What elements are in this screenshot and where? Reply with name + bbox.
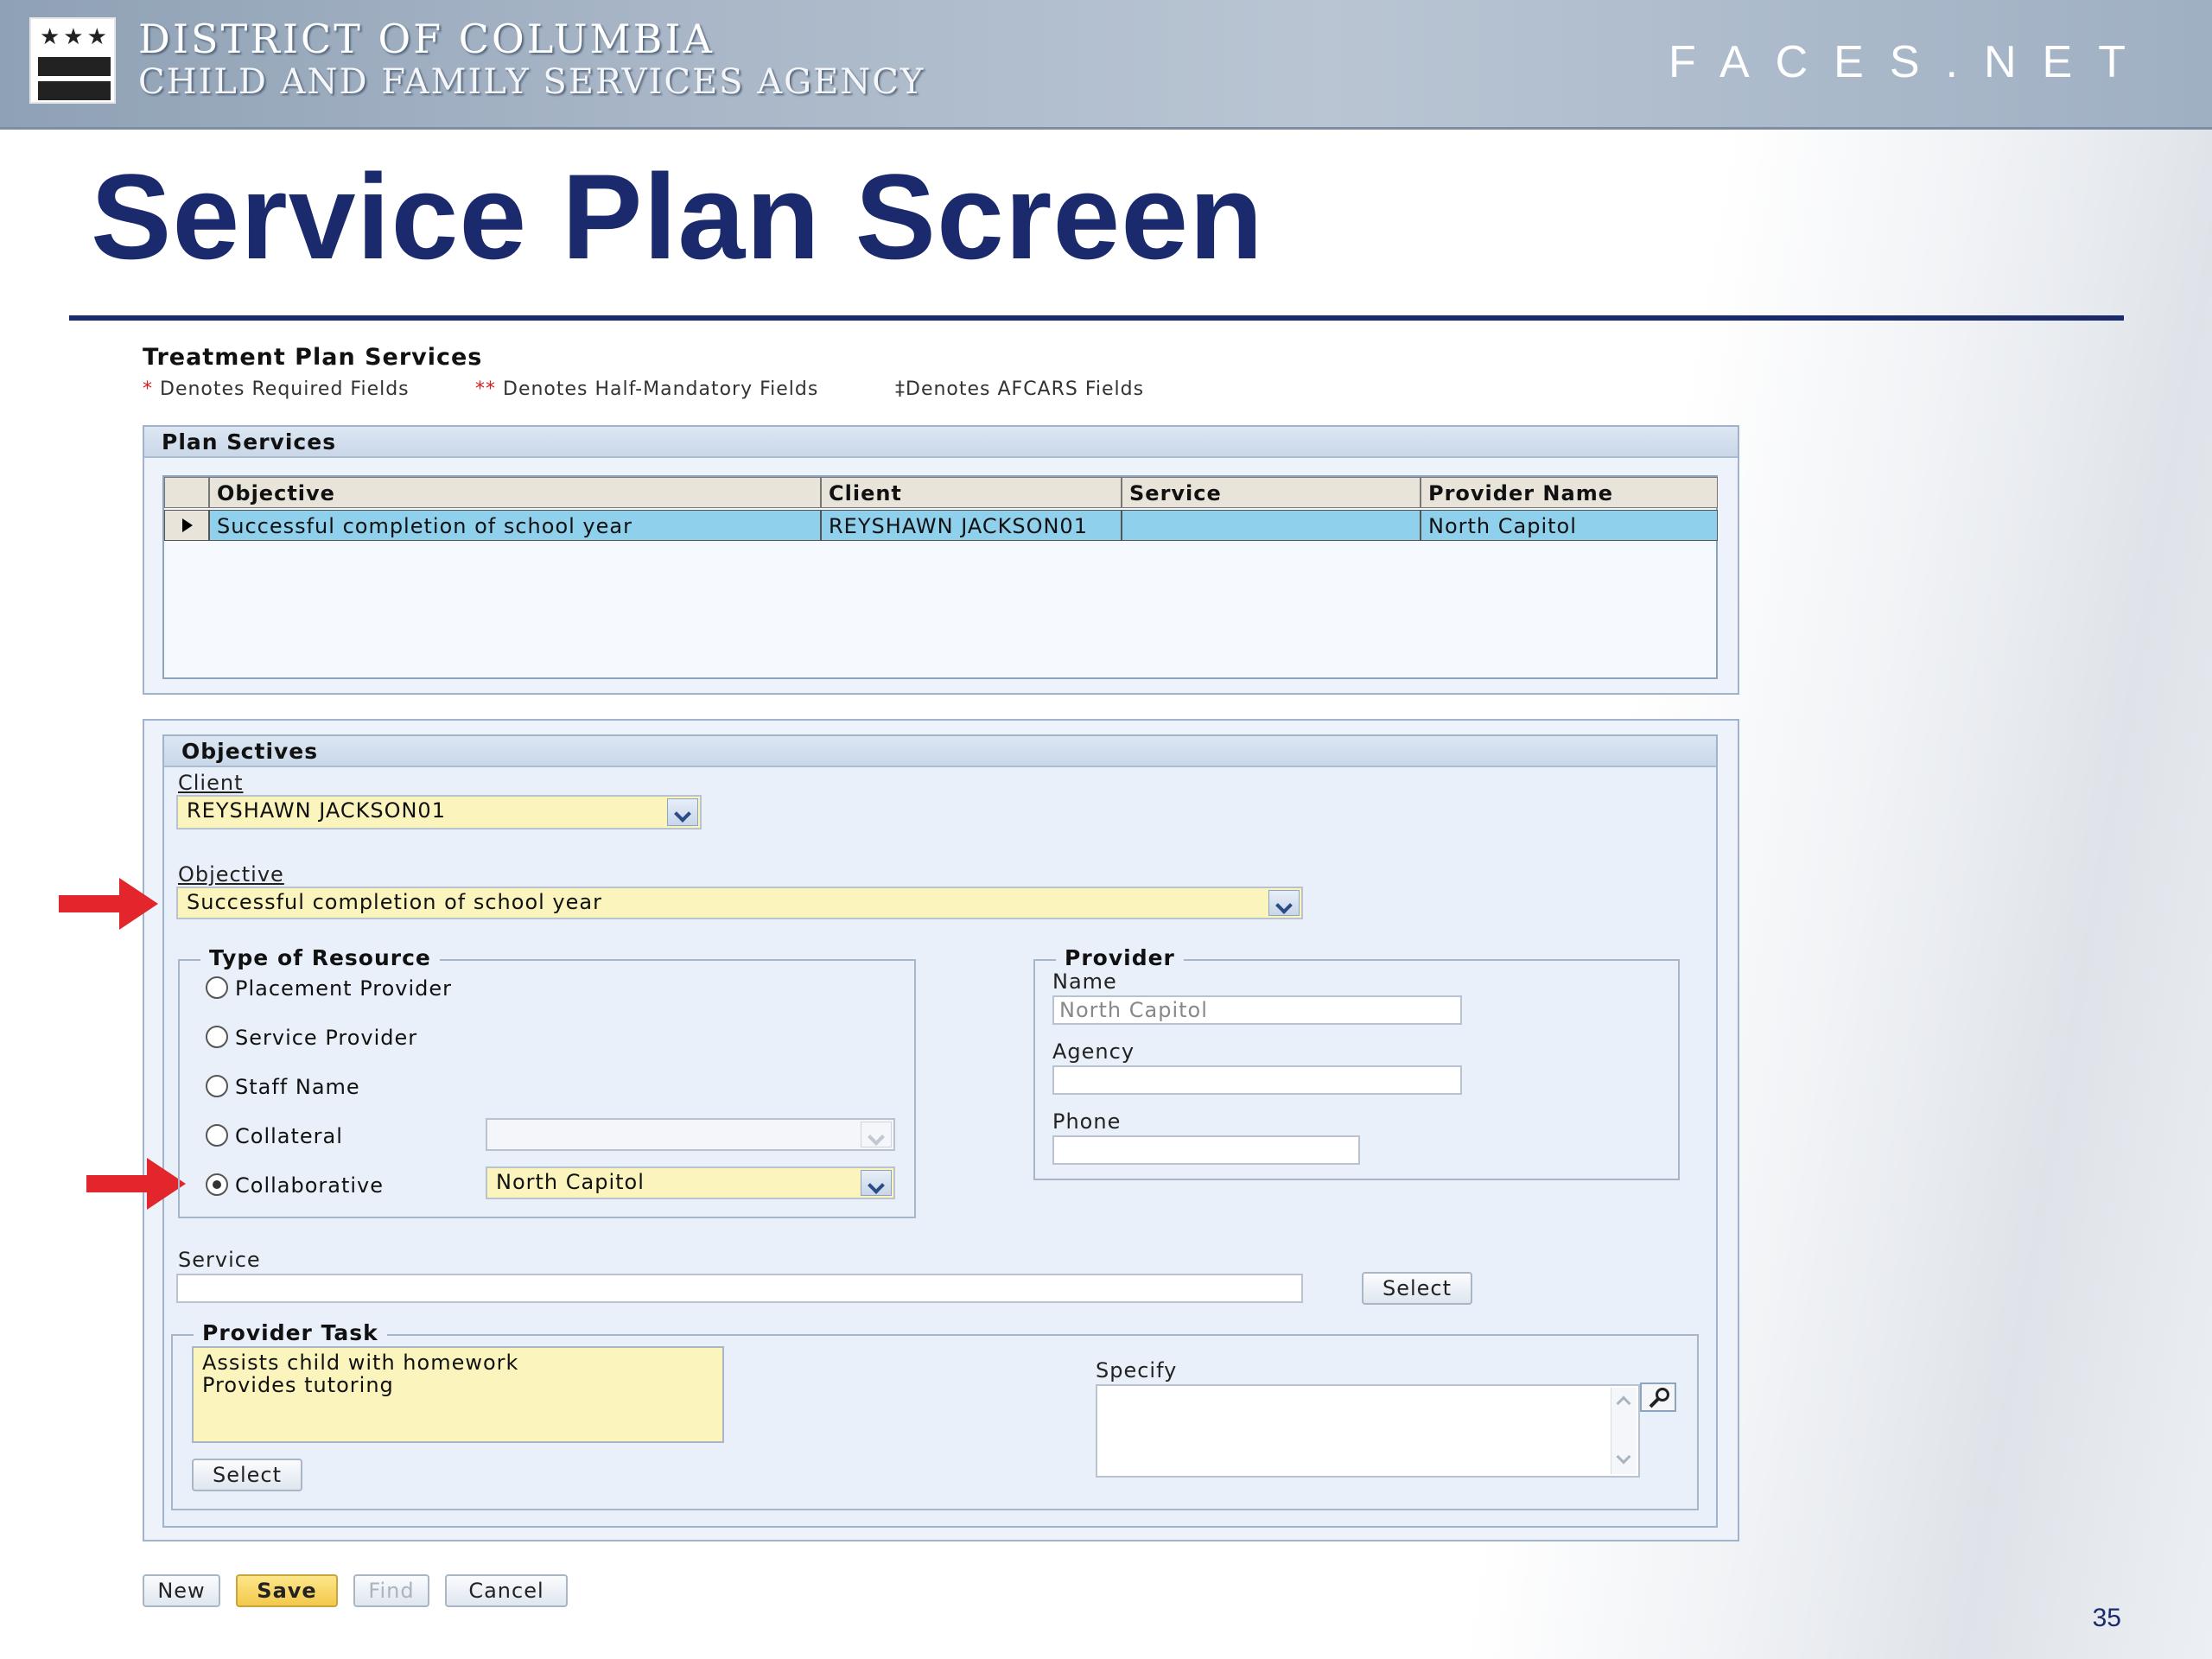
- column-header-service[interactable]: Service: [1122, 477, 1421, 508]
- red-arrow-icon: [86, 1158, 186, 1210]
- radio-staff-name[interactable]: Staff Name: [206, 1075, 360, 1099]
- chevron-down-icon[interactable]: [667, 798, 698, 826]
- client-label: Client: [178, 771, 244, 795]
- title-divider: [69, 315, 2124, 321]
- provider-task-select-button[interactable]: Select: [192, 1459, 302, 1491]
- legend-half-mandatory: ** Denotes Half-Mandatory Fields: [475, 378, 819, 400]
- flag-bar-top: [38, 57, 111, 76]
- plan-services-header: Plan Services: [144, 427, 1738, 458]
- cancel-button[interactable]: Cancel: [445, 1574, 568, 1607]
- row-selector-arrow-icon[interactable]: [164, 510, 209, 541]
- radio-placement-provider[interactable]: Placement Provider: [206, 976, 452, 1001]
- table-row-client[interactable]: REYSHAWN JACKSON01: [821, 510, 1122, 541]
- specify-textarea[interactable]: [1096, 1384, 1640, 1478]
- objectives-header: Objectives: [164, 736, 1716, 767]
- collaborative-select[interactable]: North Capitol: [486, 1166, 895, 1199]
- find-button[interactable]: Find: [353, 1574, 429, 1607]
- slide-title: Service Plan Screen: [91, 149, 1264, 284]
- type-of-resource-legend: Type of Resource: [200, 945, 440, 970]
- chevron-down-icon[interactable]: [1268, 890, 1300, 916]
- provider-phone-field[interactable]: [1052, 1135, 1360, 1165]
- column-header-provider-name[interactable]: Provider Name: [1421, 477, 1718, 508]
- column-header-client[interactable]: Client: [821, 477, 1122, 508]
- flag-stars: ★★★: [40, 24, 111, 50]
- service-field[interactable]: [176, 1274, 1303, 1303]
- column-header-objective[interactable]: Objective: [209, 477, 821, 508]
- radio-collaborative[interactable]: Collaborative: [206, 1173, 384, 1198]
- objective-select[interactable]: Successful completion of school year: [176, 887, 1303, 919]
- page-number: 35: [2092, 1604, 2121, 1632]
- service-select-button[interactable]: Select: [1362, 1272, 1472, 1305]
- chevron-down-icon[interactable]: [861, 1170, 892, 1196]
- agency-banner: ★★★ DISTRICT OF COLUMBIA CHILD AND FAMIL…: [0, 0, 2212, 130]
- flag-bar-bottom: [38, 81, 111, 100]
- provider-legend: Provider: [1056, 945, 1184, 970]
- plan-services-grid: Objective Client Service Provider Name S…: [162, 475, 1718, 679]
- legend-afcars: ‡Denotes AFCARS Fields: [895, 378, 1145, 400]
- table-row-provider-name[interactable]: North Capitol: [1421, 510, 1718, 541]
- chevron-down-icon[interactable]: [861, 1122, 892, 1147]
- radio-button[interactable]: [206, 1075, 228, 1097]
- radio-button-selected[interactable]: [206, 1173, 228, 1196]
- objective-label: Objective: [178, 862, 284, 887]
- grid-corner: [164, 477, 209, 508]
- provider-agency-label: Agency: [1052, 1039, 1135, 1064]
- specify-label: Specify: [1096, 1358, 1178, 1382]
- client-select[interactable]: REYSHAWN JACKSON01: [176, 795, 702, 830]
- brand-wordmark: FACES.NET: [1669, 37, 2152, 87]
- red-arrow-icon: [59, 878, 158, 930]
- scroll-down-icon[interactable]: [1616, 1449, 1631, 1465]
- dc-flag-logo: ★★★: [29, 17, 116, 104]
- radio-service-provider[interactable]: Service Provider: [206, 1026, 417, 1050]
- service-label: Service: [178, 1248, 261, 1272]
- radio-button[interactable]: [206, 1124, 228, 1147]
- radio-button[interactable]: [206, 976, 228, 999]
- provider-name-field[interactable]: North Capitol: [1052, 995, 1462, 1025]
- magnifier-icon[interactable]: [1640, 1382, 1676, 1412]
- collateral-select[interactable]: [486, 1118, 895, 1151]
- scroll-up-icon[interactable]: [1616, 1395, 1631, 1411]
- provider-phone-label: Phone: [1052, 1109, 1122, 1134]
- provider-agency-field[interactable]: [1052, 1065, 1462, 1095]
- form-heading: Treatment Plan Services: [143, 344, 483, 371]
- table-row-service[interactable]: [1122, 510, 1421, 541]
- table-row-objective[interactable]: Successful completion of school year: [209, 510, 821, 541]
- provider-name-label: Name: [1052, 969, 1117, 994]
- legend-required: * Denotes Required Fields: [143, 378, 410, 400]
- list-item[interactable]: Assists child with homework: [202, 1351, 714, 1374]
- provider-task-list[interactable]: Assists child with homework Provides tut…: [192, 1346, 724, 1443]
- agency-name-line1: DISTRICT OF COLUMBIA: [138, 16, 715, 62]
- provider-task-legend: Provider Task: [194, 1320, 387, 1345]
- list-item[interactable]: Provides tutoring: [202, 1374, 714, 1396]
- radio-button[interactable]: [206, 1026, 228, 1048]
- radio-collateral[interactable]: Collateral: [206, 1124, 343, 1148]
- scrollbar[interactable]: [1611, 1388, 1637, 1474]
- save-button[interactable]: Save: [236, 1574, 338, 1607]
- new-button[interactable]: New: [143, 1574, 220, 1607]
- agency-name-line2: CHILD AND FAMILY SERVICES AGENCY: [138, 62, 925, 102]
